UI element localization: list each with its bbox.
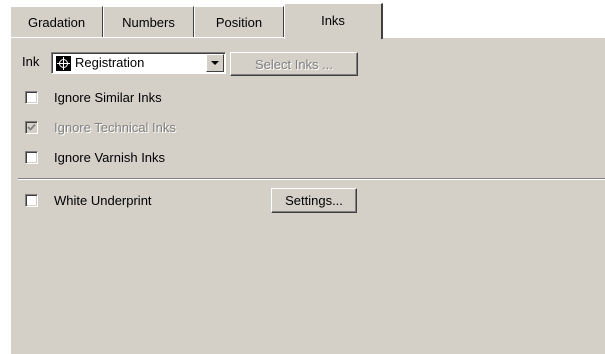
select-inks-button[interactable]: Select Inks ... — [230, 52, 358, 76]
ignore-similar-inks-checkbox[interactable] — [25, 91, 38, 104]
ink-select-value: Registration — [75, 55, 145, 70]
tab-gradation[interactable]: Gradation — [10, 6, 103, 37]
tab-inks[interactable]: Inks — [284, 3, 383, 39]
registration-mark-icon — [56, 56, 71, 71]
tab-position[interactable]: Position — [194, 6, 284, 37]
settings-button[interactable]: Settings... — [271, 188, 357, 213]
ink-label: Ink — [22, 54, 40, 69]
chevron-down-icon[interactable] — [206, 54, 224, 72]
ignore-varnish-inks-checkbox[interactable] — [25, 151, 38, 164]
white-underprint-checkbox[interactable] — [25, 194, 38, 207]
ignore-technical-inks-label: Ignore Technical Inks — [54, 120, 176, 135]
tab-numbers[interactable]: Numbers — [103, 6, 194, 37]
checkmark-icon — [27, 123, 36, 131]
ignore-technical-inks-checkbox[interactable] — [25, 121, 38, 134]
ignore-similar-inks-label: Ignore Similar Inks — [54, 90, 162, 105]
ignore-varnish-inks-label: Ignore Varnish Inks — [54, 150, 166, 165]
white-underprint-label: White Underprint — [54, 193, 152, 208]
separator-line — [18, 178, 605, 180]
ink-select[interactable]: Registration — [51, 52, 226, 74]
